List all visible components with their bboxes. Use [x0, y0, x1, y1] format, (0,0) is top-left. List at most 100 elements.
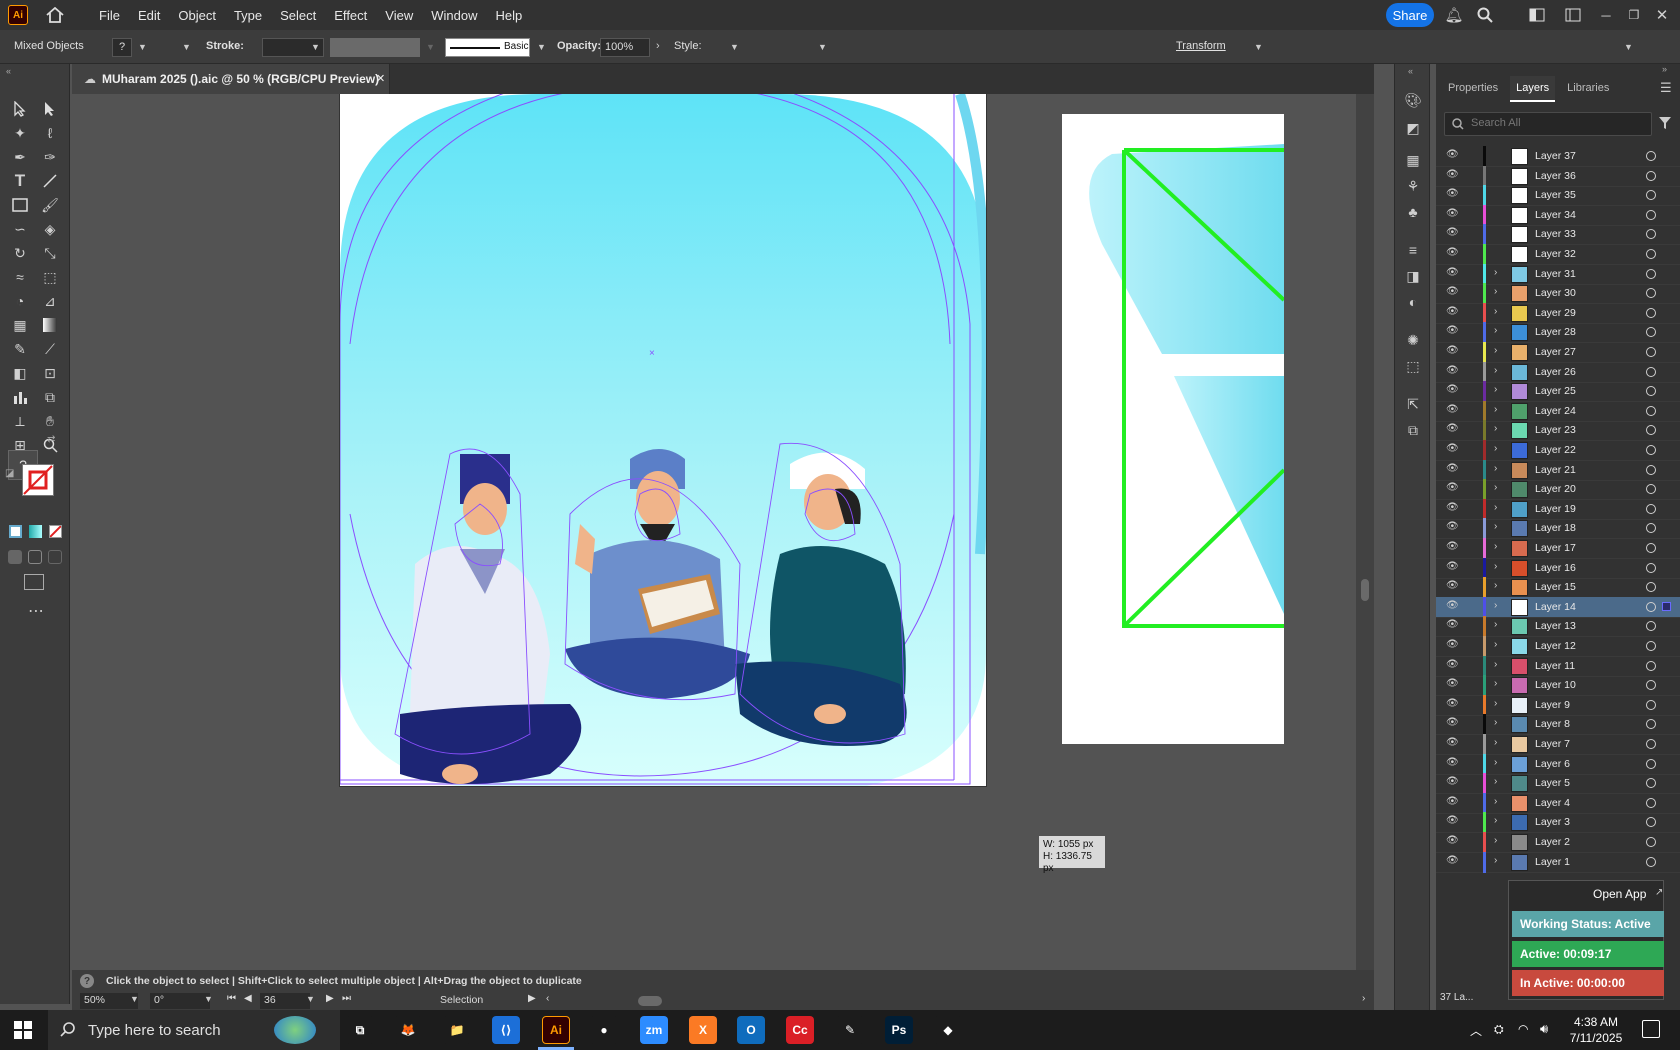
- external-link-icon[interactable]: ↗: [1655, 887, 1663, 898]
- firefox-taskbar-icon[interactable]: 🦊: [394, 1016, 422, 1044]
- gradient-mode-icon[interactable]: [29, 525, 42, 538]
- layer-row[interactable]: 👁︎ Layer 32: [1436, 244, 1680, 265]
- scroll-right-icon[interactable]: ›: [1362, 993, 1365, 1004]
- rotate-tool-icon[interactable]: ↻: [9, 242, 31, 264]
- transform-chevron-icon[interactable]: ▼: [1254, 42, 1263, 52]
- layer-row[interactable]: 👁︎ › Layer 16: [1436, 557, 1680, 579]
- visibility-eye-icon[interactable]: 👁︎: [1446, 188, 1460, 202]
- expand-chevron-icon[interactable]: ›: [1494, 737, 1497, 748]
- visibility-eye-icon[interactable]: 👁︎: [1446, 208, 1460, 222]
- layer-row[interactable]: 👁︎ Layer 33: [1436, 224, 1680, 246]
- visibility-eye-icon[interactable]: 👁︎: [1446, 267, 1460, 281]
- pen-tool-icon[interactable]: ✒: [9, 146, 31, 168]
- horizontal-scroll-thumb[interactable]: [638, 996, 662, 1006]
- selected-art-indicator[interactable]: [1662, 601, 1671, 611]
- artboard-chevron-icon[interactable]: ▼: [306, 994, 315, 1004]
- target-circle-icon[interactable]: [1646, 523, 1656, 534]
- rotation-chevron-icon[interactable]: ▼: [204, 994, 213, 1004]
- fill-swatch[interactable]: ?: [112, 38, 132, 57]
- layer-row[interactable]: 👁︎ › Layer 7: [1436, 734, 1680, 755]
- expand-chevron-icon[interactable]: ›: [1494, 365, 1497, 376]
- draw-inside-icon[interactable]: [48, 550, 62, 564]
- collapse-panel-icon[interactable]: »: [1662, 64, 1667, 74]
- panel-toggle-chevron-icon[interactable]: ▼: [1624, 42, 1633, 52]
- color-mode-icon[interactable]: [9, 525, 22, 538]
- target-circle-icon[interactable]: [1646, 739, 1656, 749]
- target-circle-icon[interactable]: [1646, 249, 1656, 259]
- draw-normal-icon[interactable]: [8, 550, 22, 564]
- target-circle-icon[interactable]: [1646, 229, 1656, 240]
- minimize-icon[interactable]: ─: [1596, 5, 1616, 25]
- arrange-documents-icon[interactable]: [1563, 5, 1583, 25]
- blend-tool-icon[interactable]: ✎: [9, 338, 31, 360]
- target-circle-icon[interactable]: [1646, 680, 1656, 691]
- artboard-number-input[interactable]: 36: [260, 993, 310, 1009]
- layer-row[interactable]: 👁︎ › Layer 14: [1436, 596, 1680, 618]
- layer-row[interactable]: 👁︎ › Layer 6: [1436, 753, 1680, 775]
- outlook-taskbar-icon[interactable]: O: [737, 1016, 765, 1044]
- column-graph-tool-icon[interactable]: [9, 386, 31, 408]
- target-circle-icon[interactable]: [1646, 190, 1656, 201]
- target-circle-icon[interactable]: [1646, 601, 1656, 612]
- layer-row[interactable]: 👁︎ › Layer 11: [1436, 655, 1680, 677]
- target-circle-icon[interactable]: [1646, 719, 1656, 730]
- color-guide-icon[interactable]: 🎨︎: [1403, 90, 1423, 110]
- layer-row[interactable]: 👁︎ › Layer 8: [1436, 714, 1680, 736]
- expand-chevron-icon[interactable]: ›: [1494, 855, 1497, 866]
- layer-row[interactable]: 👁︎ › Layer 22: [1436, 440, 1680, 461]
- visibility-eye-icon[interactable]: 👁︎: [1446, 384, 1460, 398]
- expand-chevron-icon[interactable]: ›: [1494, 757, 1497, 768]
- live-paint-bucket-icon[interactable]: ◧: [9, 362, 31, 384]
- canvas-area[interactable]: × W: 1055 px H: 1336.75 px: [72, 94, 1374, 970]
- paintbrush-tool-icon[interactable]: 🖌︎: [39, 194, 61, 216]
- menu-type[interactable]: Type: [225, 8, 271, 23]
- xampp-taskbar-icon[interactable]: X: [689, 1016, 717, 1044]
- expand-chevron-icon[interactable]: ›: [1494, 659, 1497, 670]
- next-artboard-icon[interactable]: ▶: [326, 993, 334, 1004]
- layer-row[interactable]: 👁︎ › Layer 21: [1436, 459, 1680, 481]
- collapse-icon[interactable]: «: [6, 66, 11, 76]
- layers-search-input[interactable]: Search All: [1444, 112, 1652, 136]
- gradient-panel-icon[interactable]: ◨: [1403, 266, 1423, 286]
- hand-tool-icon[interactable]: ✋︎: [39, 410, 61, 432]
- windows-start-icon[interactable]: [14, 1021, 32, 1042]
- tab-libraries[interactable]: Libraries: [1561, 76, 1615, 102]
- expand-chevron-icon[interactable]: ›: [1494, 717, 1497, 728]
- layer-row[interactable]: 👁︎ › Layer 27: [1436, 342, 1680, 363]
- visibility-eye-icon[interactable]: 👁︎: [1446, 149, 1460, 163]
- variable-width-profile[interactable]: [330, 38, 420, 57]
- opacity-arrow-icon[interactable]: ›: [656, 40, 660, 52]
- layer-row[interactable]: 👁︎ › Layer 31: [1436, 263, 1680, 285]
- menu-help[interactable]: Help: [486, 8, 531, 23]
- zoom-taskbar-icon[interactable]: zm: [640, 1016, 668, 1044]
- expand-dock-icon[interactable]: «: [1408, 66, 1413, 76]
- layer-row[interactable]: 👁︎ Layer 35: [1436, 185, 1680, 207]
- last-artboard-icon[interactable]: ⏭: [342, 993, 351, 1004]
- align-panel-icon[interactable]: ✺: [1403, 330, 1423, 350]
- visibility-eye-icon[interactable]: 👁︎: [1446, 698, 1460, 712]
- gradient-tool-icon[interactable]: [39, 314, 61, 336]
- shape-builder-tool-icon[interactable]: ◔: [9, 290, 31, 312]
- expand-chevron-icon[interactable]: ›: [1494, 384, 1497, 395]
- menu-object[interactable]: Object: [169, 8, 225, 23]
- workspace-icon[interactable]: [1527, 5, 1547, 25]
- target-circle-icon[interactable]: [1646, 699, 1656, 710]
- bell-icon[interactable]: 🔔︎: [1444, 5, 1464, 25]
- panel-menu-icon[interactable]: ☰: [1660, 80, 1672, 96]
- visibility-eye-icon[interactable]: 👁︎: [1446, 717, 1460, 731]
- expand-chevron-icon[interactable]: ›: [1494, 776, 1497, 787]
- slice-tool-icon[interactable]: ⟂: [9, 410, 31, 432]
- scale-tool-icon[interactable]: ⤡: [39, 242, 61, 264]
- target-circle-icon[interactable]: [1646, 562, 1656, 573]
- close-window-icon[interactable]: ✕: [1652, 5, 1672, 25]
- expand-chevron-icon[interactable]: ›: [1494, 639, 1497, 650]
- first-artboard-icon[interactable]: ⏮: [227, 993, 236, 1004]
- previous-artboard-icon[interactable]: ◀: [244, 993, 252, 1004]
- visibility-eye-icon[interactable]: 👁︎: [1446, 815, 1460, 829]
- screen-mode-icon[interactable]: [24, 574, 44, 590]
- swap-fill-stroke-icon[interactable]: ⇄: [47, 434, 55, 445]
- visibility-eye-icon[interactable]: 👁︎: [1446, 482, 1460, 496]
- expand-chevron-icon[interactable]: ›: [1494, 698, 1497, 709]
- pathfinder-icon[interactable]: ⧉: [1403, 420, 1423, 440]
- visibility-eye-icon[interactable]: 👁︎: [1446, 561, 1460, 575]
